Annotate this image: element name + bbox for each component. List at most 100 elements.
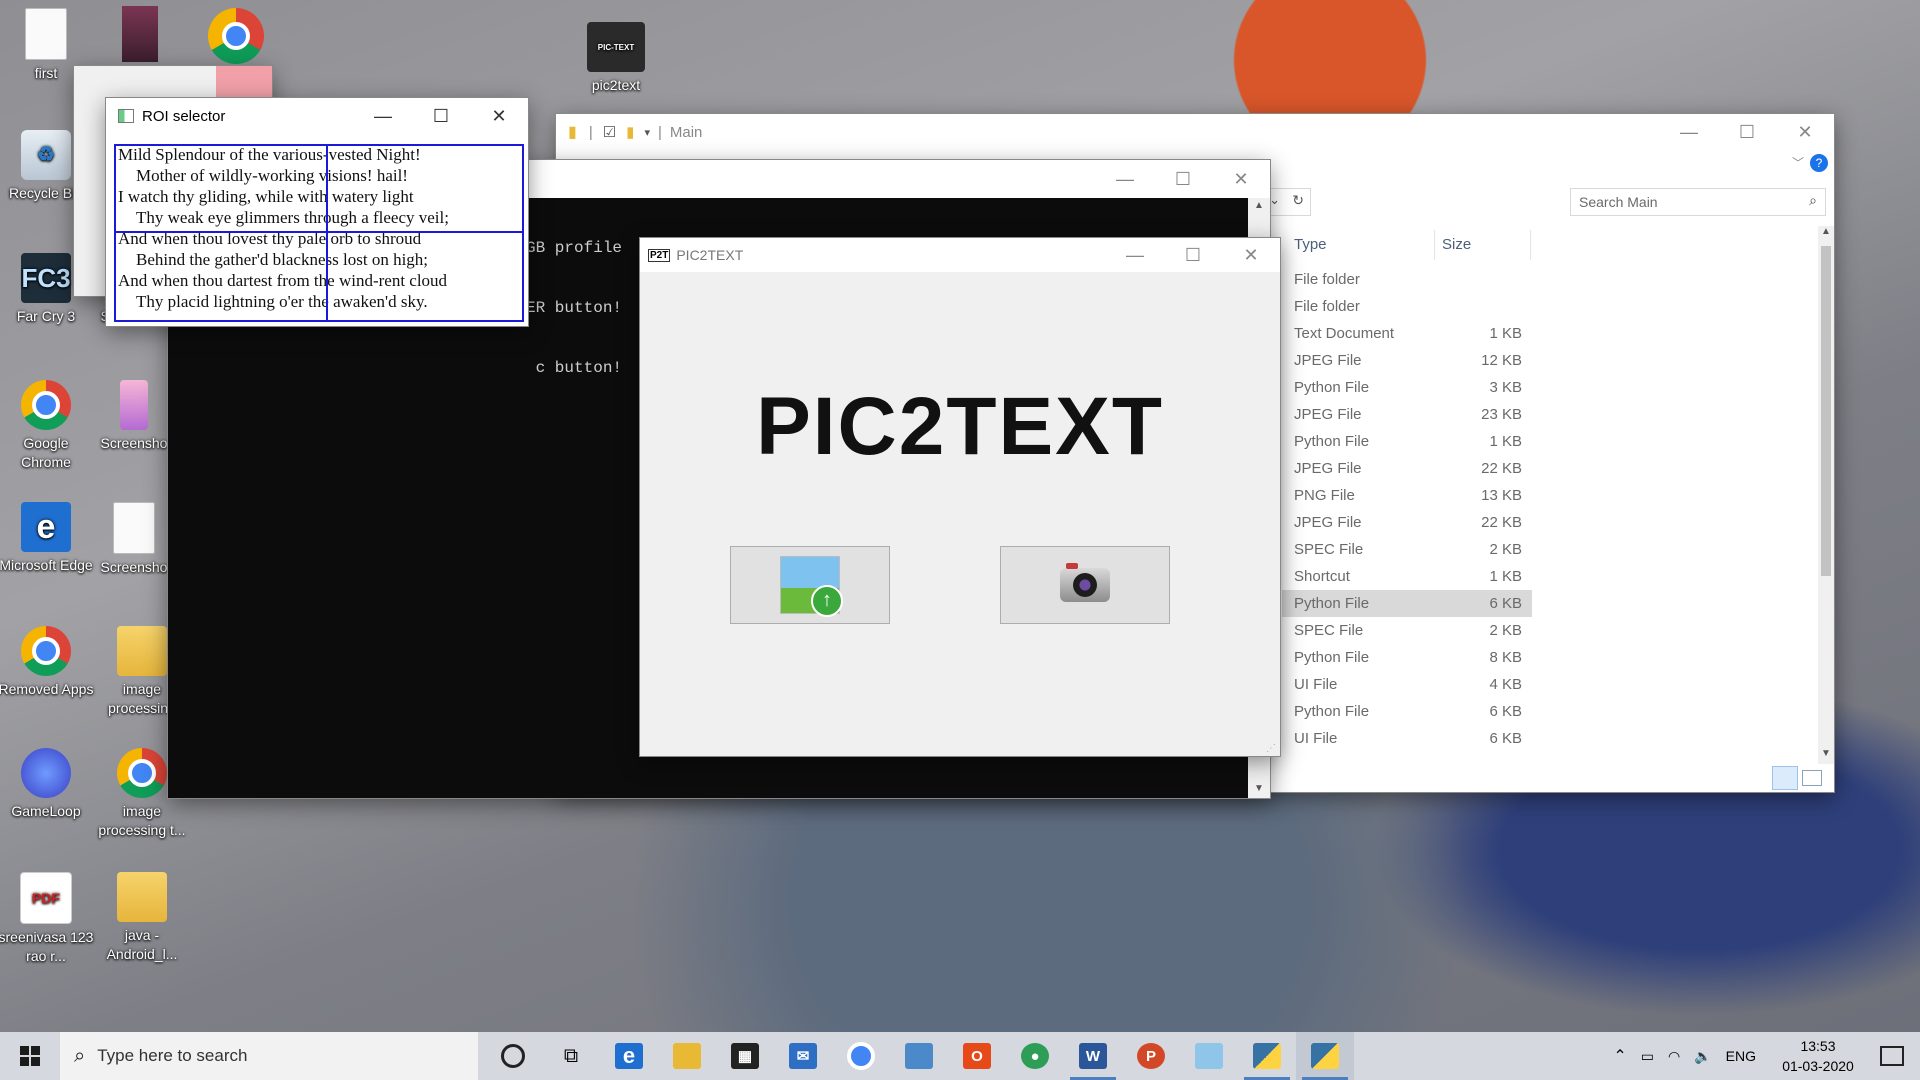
- file-row[interactable]: JPEG File 12 KB: [1282, 347, 1532, 374]
- resize-grip-icon[interactable]: ⋰: [1266, 743, 1276, 754]
- taskbar-search-box[interactable]: ⌕ Type here to search: [60, 1032, 478, 1080]
- scroll-up-icon[interactable]: ▲: [1248, 200, 1270, 211]
- new-folder-icon[interactable]: ▮: [626, 123, 634, 141]
- chrome-icon: [21, 626, 71, 676]
- properties-icon[interactable]: ☑: [603, 123, 616, 141]
- scroll-up-icon[interactable]: ▲: [1818, 226, 1834, 242]
- book-icon[interactable]: [122, 6, 158, 62]
- minimize-button[interactable]: —: [1096, 163, 1154, 195]
- text-document-icon: [25, 8, 67, 60]
- desktop-icon-removed-apps[interactable]: Removed Apps: [0, 626, 94, 699]
- taskbar-word[interactable]: W: [1064, 1032, 1122, 1080]
- chrome-icon: [21, 380, 71, 430]
- taskbar-remote[interactable]: [890, 1032, 948, 1080]
- file-row[interactable]: SPEC File 2 KB: [1282, 617, 1532, 644]
- taskbar-file-explorer[interactable]: [658, 1032, 716, 1080]
- taskbar-notepad[interactable]: [1180, 1032, 1238, 1080]
- file-row[interactable]: Python File 8 KB: [1282, 644, 1532, 671]
- desktop-icon-google-chrome[interactable]: Google Chrome: [0, 380, 94, 472]
- file-row[interactable]: UI File 6 KB: [1282, 725, 1532, 752]
- roi-selector-window[interactable]: ROI selector — ☐ ✕ Mild Splendour of the…: [106, 98, 528, 326]
- close-button[interactable]: ✕: [1212, 163, 1270, 195]
- roi-image[interactable]: Mild Splendour of the various-vested Nig…: [114, 144, 524, 322]
- help-icon[interactable]: ?: [1810, 154, 1828, 172]
- cortana-button[interactable]: [484, 1032, 542, 1080]
- desktop-icon-java-folder[interactable]: java - Android_l...: [94, 872, 190, 964]
- file-row[interactable]: UI File 4 KB: [1282, 671, 1532, 698]
- maximize-button[interactable]: ☐: [412, 100, 470, 132]
- taskbar-python[interactable]: [1238, 1032, 1296, 1080]
- file-row[interactable]: Python File 3 KB: [1282, 374, 1532, 401]
- folder-icon: ▮: [568, 124, 577, 141]
- file-row[interactable]: PNG File 13 KB: [1282, 482, 1532, 509]
- column-divider[interactable]: [1434, 230, 1435, 260]
- maximize-button[interactable]: ☐: [1164, 239, 1222, 271]
- wifi-icon[interactable]: ◠: [1668, 1048, 1680, 1065]
- taskbar-mail[interactable]: ✉: [774, 1032, 832, 1080]
- upload-image-button[interactable]: ↑: [730, 546, 890, 624]
- file-row[interactable]: Python File 6 KB: [1282, 698, 1532, 725]
- taskbar-store[interactable]: ▦: [716, 1032, 774, 1080]
- file-row[interactable]: JPEG File 23 KB: [1282, 401, 1532, 428]
- desktop-icon-gameloop[interactable]: GameLoop: [0, 748, 94, 821]
- pic2text-window[interactable]: P2T PIC2TEXT — ☐ ✕ PIC2TEXT ↑ ⋰: [640, 238, 1280, 756]
- file-row[interactable]: File folder: [1282, 266, 1532, 293]
- search-placeholder: Search Main: [1579, 194, 1658, 210]
- action-center-button[interactable]: [1864, 1032, 1920, 1080]
- clock[interactable]: 13:53 01-03-2020: [1772, 1036, 1864, 1076]
- file-row[interactable]: Python File 6 KB: [1282, 590, 1532, 617]
- close-button[interactable]: [216, 66, 272, 98]
- file-row[interactable]: Text Document 1 KB: [1282, 320, 1532, 347]
- minimize-button[interactable]: —: [1660, 116, 1718, 148]
- details-view-icon[interactable]: [1772, 766, 1798, 790]
- recycle-bin-icon: ♻: [21, 130, 71, 180]
- maximize-button[interactable]: ☐: [1154, 163, 1212, 195]
- taskbar-edge[interactable]: e: [600, 1032, 658, 1080]
- scrollbar[interactable]: ▲ ▼: [1818, 226, 1834, 764]
- file-row[interactable]: File folder: [1282, 293, 1532, 320]
- file-row[interactable]: JPEG File 22 KB: [1282, 455, 1532, 482]
- file-row[interactable]: Python File 1 KB: [1282, 428, 1532, 455]
- minimize-button[interactable]: —: [1106, 239, 1164, 271]
- file-type: Python File: [1294, 595, 1370, 612]
- close-button[interactable]: ✕: [470, 100, 528, 132]
- chevron-down-icon[interactable]: ⌄: [1269, 192, 1280, 208]
- quick-access-dropdown-icon[interactable]: ▾: [644, 126, 650, 139]
- taskbar-office[interactable]: O: [948, 1032, 1006, 1080]
- show-hidden-icons[interactable]: ⌃: [1613, 1046, 1626, 1066]
- desktop-icon-microsoft-edge[interactable]: e Microsoft Edge: [0, 502, 94, 575]
- maximize-button[interactable]: ☐: [1718, 116, 1776, 148]
- close-button[interactable]: ✕: [1776, 116, 1834, 148]
- column-divider[interactable]: [1530, 230, 1531, 260]
- battery-icon[interactable]: ▭: [1641, 1048, 1654, 1065]
- large-icons-view-icon[interactable]: [1802, 770, 1822, 786]
- column-header-type[interactable]: Type: [1294, 236, 1327, 253]
- language-indicator[interactable]: ENG: [1726, 1048, 1756, 1064]
- capture-camera-button[interactable]: [1000, 546, 1170, 624]
- search-box[interactable]: Search Main ⌕: [1570, 188, 1826, 216]
- task-view-button[interactable]: ⧉: [542, 1032, 600, 1080]
- file-type: SPEC File: [1294, 622, 1364, 639]
- chrome-icon[interactable]: [208, 8, 264, 64]
- scroll-thumb[interactable]: [1821, 246, 1831, 576]
- taskbar-python-active[interactable]: [1296, 1032, 1354, 1080]
- file-row[interactable]: SPEC File 2 KB: [1282, 536, 1532, 563]
- taskbar-chrome[interactable]: [832, 1032, 890, 1080]
- desktop-icon-pdf[interactable]: PDF sreenivasa 123 rao r...: [0, 872, 94, 966]
- file-row[interactable]: JPEG File 22 KB: [1282, 509, 1532, 536]
- folder-icon: [117, 626, 167, 676]
- volume-icon[interactable]: 🔈: [1694, 1048, 1711, 1065]
- scroll-down-icon[interactable]: ▼: [1818, 748, 1834, 764]
- clock-date: 01-03-2020: [1782, 1058, 1854, 1074]
- scroll-down-icon[interactable]: ▼: [1248, 783, 1270, 794]
- close-button[interactable]: ✕: [1222, 239, 1280, 271]
- file-row[interactable]: Shortcut 1 KB: [1282, 563, 1532, 590]
- minimize-button[interactable]: —: [354, 100, 412, 132]
- taskbar-maps[interactable]: ●: [1006, 1032, 1064, 1080]
- desktop-icon-pic2text[interactable]: PIC-TEXT pic2text: [568, 22, 664, 95]
- refresh-icon[interactable]: ↻: [1292, 192, 1304, 209]
- taskbar-powerpoint[interactable]: P: [1122, 1032, 1180, 1080]
- start-button[interactable]: [0, 1032, 60, 1080]
- expand-ribbon-icon[interactable]: ﹀: [1792, 154, 1804, 171]
- column-header-size[interactable]: Size: [1442, 236, 1471, 253]
